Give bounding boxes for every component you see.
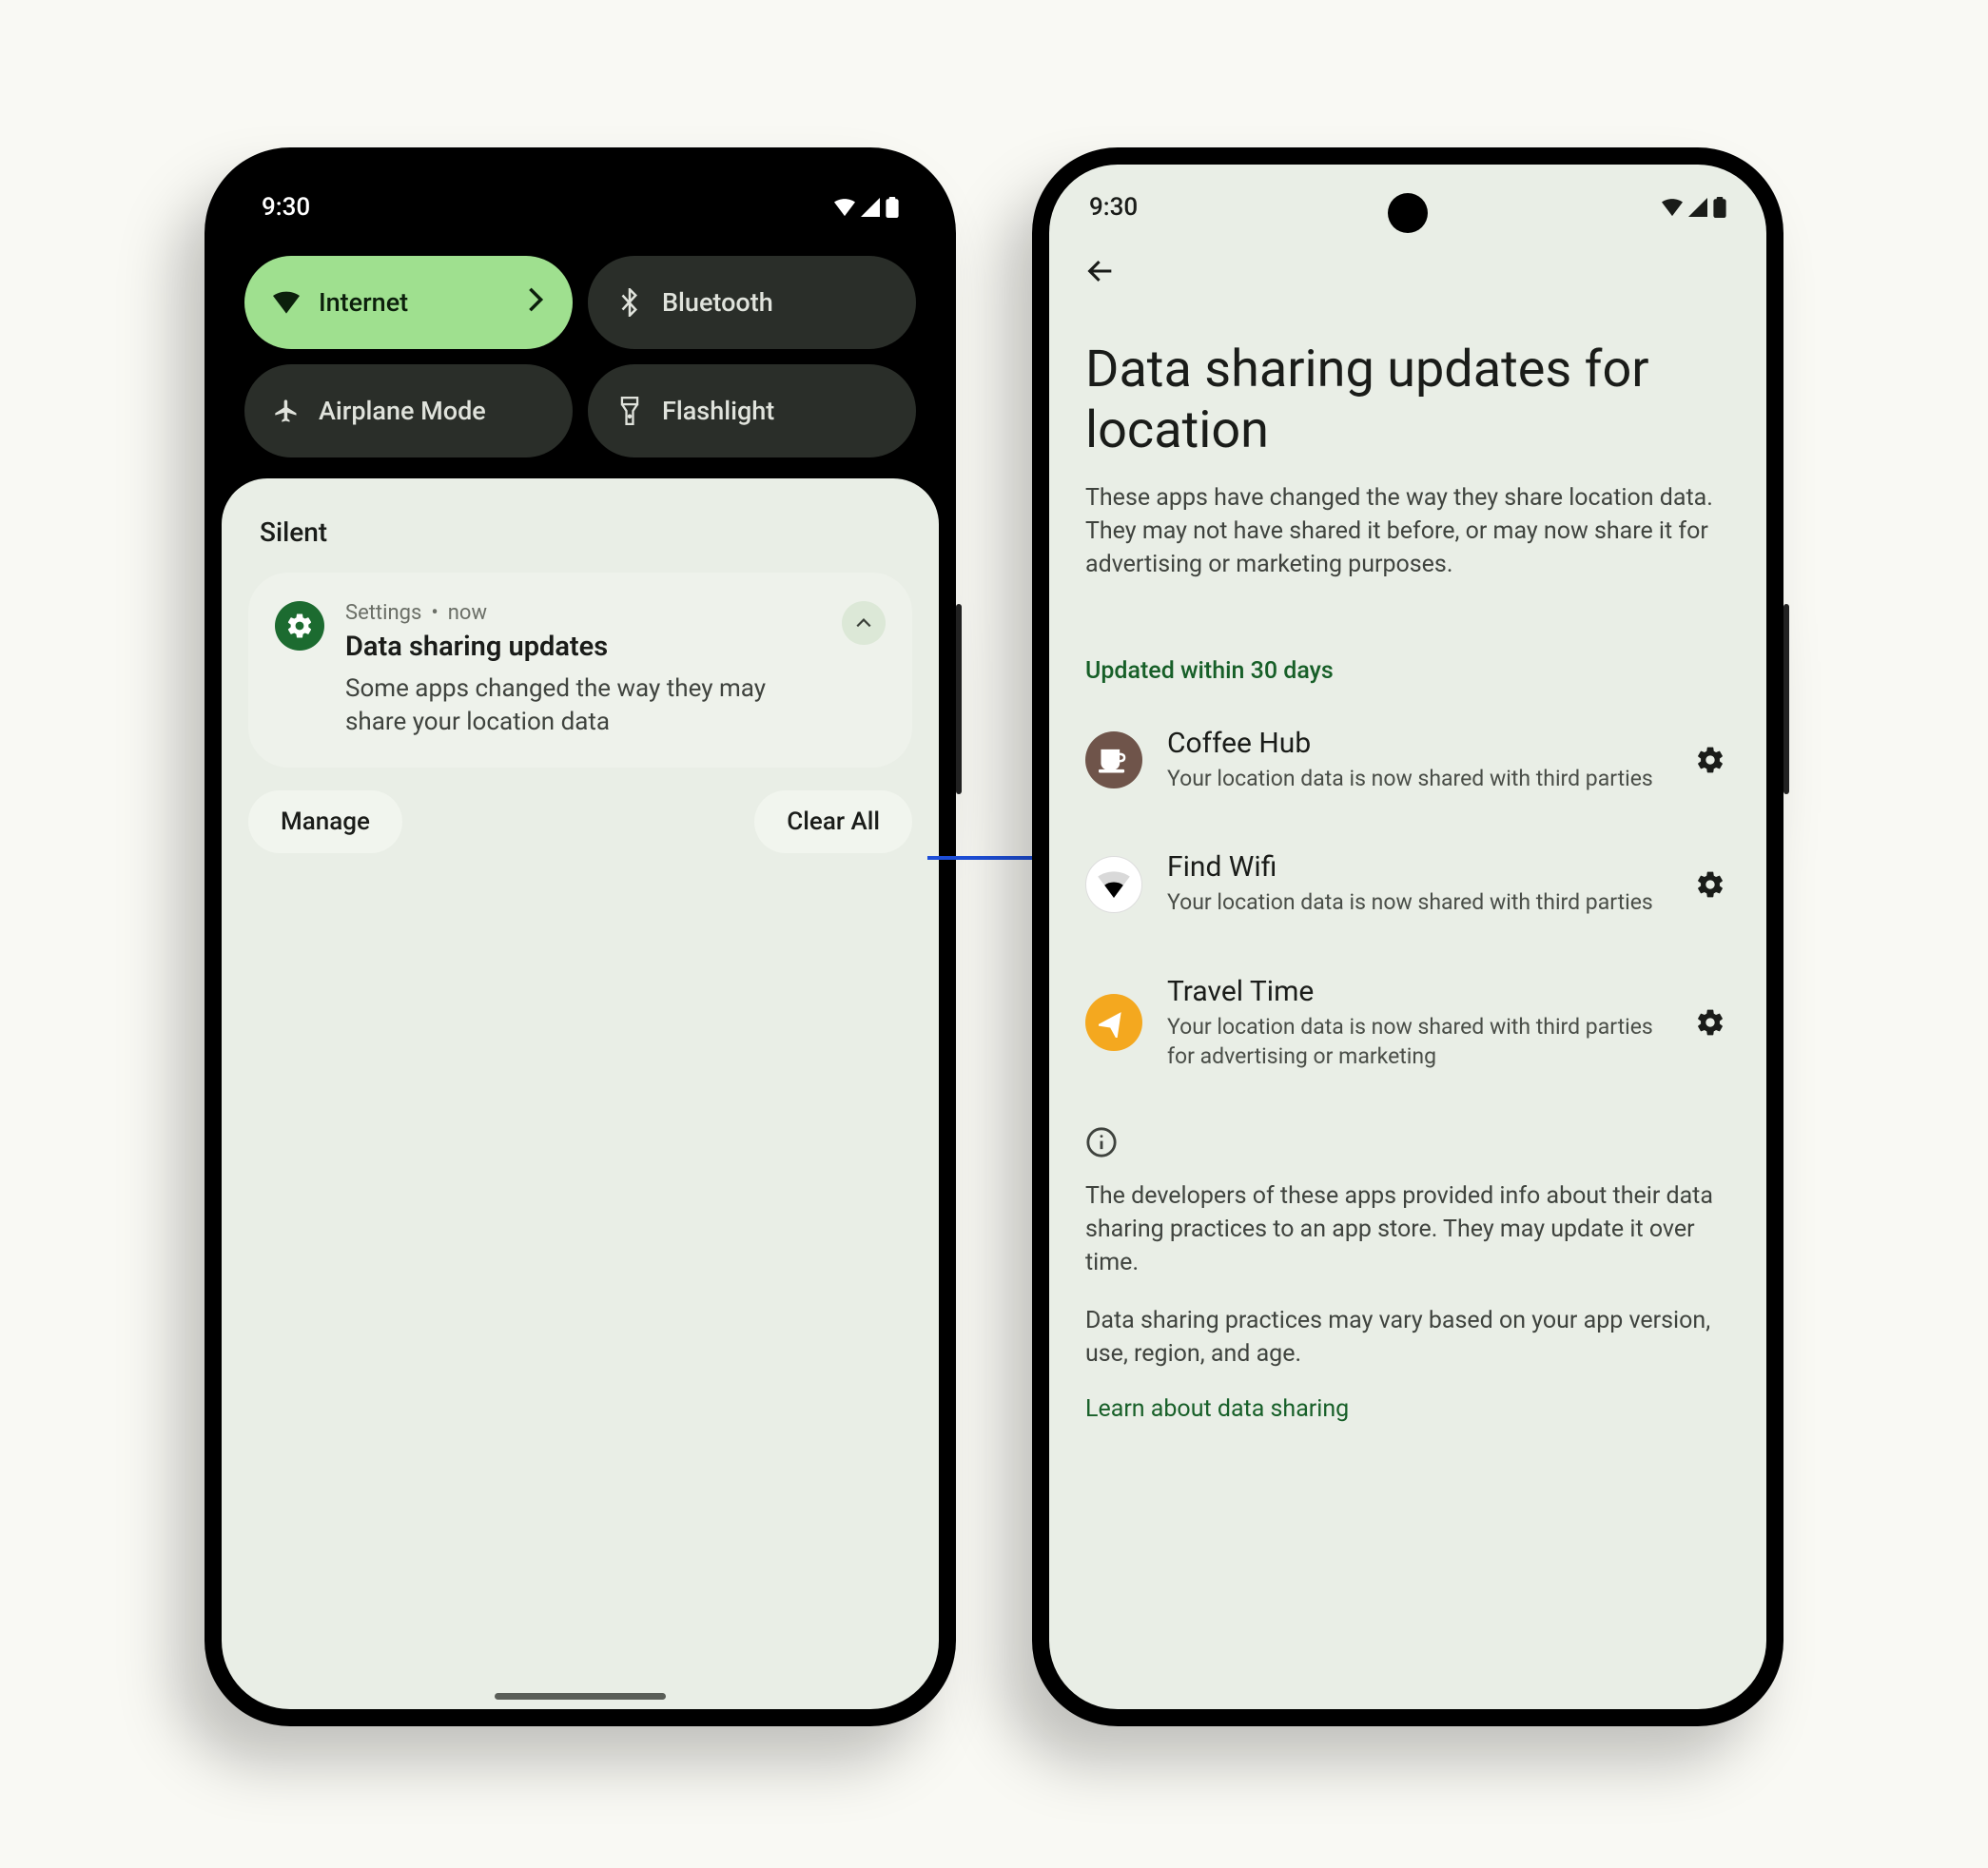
two-phone-diagram: 9:30 Internet bbox=[205, 147, 1783, 1726]
qs-label: Internet bbox=[319, 287, 408, 318]
arrow-left-icon bbox=[1084, 255, 1117, 287]
qs-label: Airplane Mode bbox=[319, 396, 486, 426]
info-icon bbox=[1085, 1126, 1730, 1162]
notification-app-name: Settings bbox=[345, 601, 421, 625]
flashlight-icon bbox=[616, 398, 643, 424]
chevron-right-icon bbox=[527, 286, 544, 320]
manage-button[interactable]: Manage bbox=[248, 790, 402, 853]
notification-body: Some apps changed the way they may share… bbox=[345, 672, 821, 739]
notification-card[interactable]: Settings • now Data sharing updates Some… bbox=[248, 573, 912, 768]
gear-icon bbox=[1695, 869, 1725, 900]
page-subtitle: These apps have changed the way they sha… bbox=[1085, 481, 1730, 581]
app-desc: Your location data is now shared with th… bbox=[1167, 887, 1666, 917]
silent-section-label: Silent bbox=[260, 516, 912, 548]
home-indicator[interactable] bbox=[495, 1693, 666, 1700]
gear-icon bbox=[1695, 745, 1725, 775]
phone-data-sharing-details: 9:30 Data sharing updates for location T… bbox=[1032, 147, 1783, 1726]
app-name: Coffee Hub bbox=[1167, 727, 1666, 760]
status-icons bbox=[1662, 197, 1726, 218]
status-time: 9:30 bbox=[262, 193, 310, 222]
info-paragraph-1: The developers of these apps provided in… bbox=[1085, 1179, 1730, 1279]
qs-tile-flashlight[interactable]: Flashlight bbox=[588, 364, 916, 457]
chevron-up-icon bbox=[855, 617, 872, 629]
qs-tile-bluetooth[interactable]: Bluetooth bbox=[588, 256, 916, 349]
status-icons bbox=[834, 197, 899, 218]
signal-icon bbox=[1688, 198, 1707, 217]
page-title: Data sharing updates for location bbox=[1085, 340, 1730, 460]
qs-tile-airplane[interactable]: Airplane Mode bbox=[244, 364, 573, 457]
wifi-icon bbox=[834, 198, 855, 217]
gear-icon bbox=[1695, 1007, 1725, 1038]
app-row-travel-time[interactable]: Travel Time Your location data is now sh… bbox=[1085, 946, 1730, 1099]
notification-time: now bbox=[448, 601, 487, 625]
updated-section-label: Updated within 30 days bbox=[1085, 657, 1730, 685]
app-settings-button[interactable] bbox=[1690, 865, 1730, 905]
clear-all-button[interactable]: Clear All bbox=[754, 790, 912, 853]
app-row-find-wifi[interactable]: Find Wifi Your location data is now shar… bbox=[1085, 822, 1730, 945]
find-wifi-app-icon bbox=[1085, 856, 1142, 913]
notification-shade: Silent Settings • now Data sharing updat… bbox=[222, 478, 939, 1709]
qs-label: Bluetooth bbox=[662, 287, 773, 318]
travel-time-app-icon bbox=[1085, 994, 1142, 1051]
airplane-icon bbox=[273, 398, 300, 424]
app-name: Find Wifi bbox=[1167, 850, 1666, 884]
qs-tile-internet[interactable]: Internet bbox=[244, 256, 573, 349]
app-settings-button[interactable] bbox=[1690, 1002, 1730, 1042]
app-desc: Your location data is now shared with th… bbox=[1167, 1012, 1666, 1071]
status-time: 9:30 bbox=[1089, 193, 1138, 222]
learn-link[interactable]: Learn about data sharing bbox=[1085, 1395, 1730, 1423]
app-desc: Your location data is now shared with th… bbox=[1167, 764, 1666, 793]
quick-settings-panel: Internet Bluetooth bbox=[222, 233, 939, 457]
app-row-coffee-hub[interactable]: Coffee Hub Your location data is now sha… bbox=[1085, 698, 1730, 822]
wifi-icon bbox=[273, 289, 300, 316]
notification-title: Data sharing updates bbox=[345, 631, 821, 663]
info-paragraph-2: Data sharing practices may vary based on… bbox=[1085, 1304, 1730, 1371]
back-button[interactable] bbox=[1080, 250, 1121, 292]
coffee-hub-app-icon bbox=[1085, 731, 1142, 788]
signal-icon bbox=[861, 198, 880, 217]
battery-icon bbox=[886, 197, 899, 218]
status-bar: 9:30 bbox=[222, 165, 939, 233]
wifi-icon bbox=[1662, 198, 1683, 217]
battery-icon bbox=[1713, 197, 1726, 218]
qs-label: Flashlight bbox=[662, 396, 774, 426]
phone-notification-shade: 9:30 Internet bbox=[205, 147, 956, 1726]
app-name: Travel Time bbox=[1167, 975, 1666, 1008]
bluetooth-icon bbox=[616, 289, 643, 316]
app-settings-button[interactable] bbox=[1690, 740, 1730, 780]
collapse-button[interactable] bbox=[842, 601, 886, 645]
settings-app-icon bbox=[275, 601, 324, 651]
